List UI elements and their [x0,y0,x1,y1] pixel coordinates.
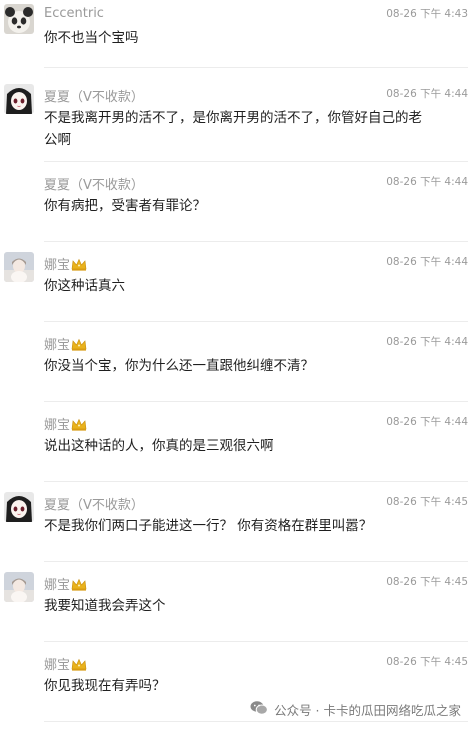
message-divider [44,241,468,242]
message-divider [44,401,468,402]
crown-icon [71,258,87,275]
message-timestamp: 08-26 下午 4:44 [386,336,468,348]
message-text: 不是我离开男的活不了，是你离开男的活不了，你管好自己的老 [44,110,422,126]
message-text: 你见我现在有弄吗？ [44,678,166,694]
message-text: 你有病把，受害者有罪论？ [44,198,206,214]
message-text: 我要知道我会弄这个 [44,598,166,614]
crown-icon [71,658,87,675]
message-timestamp: 08-26 下午 4:44 [386,416,468,428]
sender-name-text: 娜宝 [44,658,71,673]
message-item: 夏夏（V不收款） 08-26 下午 4:44 你有病把，受害者有罪论？ [0,168,473,242]
sender-name-text: 娜宝 [44,258,71,273]
watermark-text: 公众号 · 卡卡的瓜田网络吃瓜之家 [274,703,461,718]
avatar[interactable] [4,252,34,282]
message-text: 公啊 [44,132,71,148]
sender-name[interactable]: 娜宝 [44,654,87,675]
message-timestamp: 08-26 下午 4:44 [386,256,468,268]
message-text: 说出这种话的人，你真的是三观很六啊 [44,438,274,454]
message-divider [44,161,468,162]
message-divider [44,641,468,642]
sender-name[interactable]: Eccentric [44,6,104,21]
message-timestamp: 08-26 下午 4:44 [386,176,468,188]
message-timestamp: 08-26 下午 4:45 [386,656,468,668]
message-text: 你这种话真六 [44,278,125,294]
message-item: 娜宝 08-26 下午 4:44 你没当个宝，你为什么还一直跟他纠缠不清？ [0,328,473,402]
sender-name[interactable]: 夏夏（V不收款） [44,86,144,105]
message-item: 夏夏（V不收款） 08-26 下午 4:44 不是我离开男的活不了，是你离开男的活不… [0,80,473,162]
crown-icon [71,418,87,435]
message-timestamp: 08-26 下午 4:45 [386,496,468,508]
avatar[interactable] [4,4,34,34]
sender-name-text: 娜宝 [44,338,71,353]
avatar[interactable] [4,84,34,114]
message-divider [44,67,468,68]
sender-name[interactable]: 夏夏（V不收款） [44,174,144,193]
sender-name[interactable]: 娜宝 [44,574,87,595]
message-divider [44,321,468,322]
message-text: 你没当个宝，你为什么还一直跟他纠缠不清？ [44,358,314,374]
sender-name[interactable]: 娜宝 [44,254,87,275]
message-timestamp: 08-26 下午 4:43 [386,8,468,20]
message-item: 夏夏（V不收款） 08-26 下午 4:45 不是我你们两口子能进这一行？ 你有资格… [0,488,473,562]
sender-name-text: 夏夏（V不收款） [44,498,144,513]
message-divider [44,721,468,722]
watermark: 公众号 · 卡卡的瓜田网络吃瓜之家 [250,700,461,719]
message-timestamp: 08-26 下午 4:45 [386,576,468,588]
sender-name-text: 娜宝 [44,578,71,593]
sender-name-text: 夏夏（V不收款） [44,178,144,193]
message-item: 娜宝 08-26 下午 4:45 我要知道我会弄这个 [0,568,473,642]
crown-icon [71,338,87,355]
message-item: 娜宝 08-26 下午 4:44 你这种话真六 [0,248,473,322]
sender-name-text: Eccentric [44,6,104,21]
message-item: Eccentric 08-26 下午 4:43 你不也当个宝吗 [0,0,473,68]
wechat-icon [250,700,268,719]
sender-name[interactable]: 娜宝 [44,334,87,355]
message-text: 不是我你们两口子能进这一行？ 你有资格在群里叫嚣？ [44,518,373,534]
message-timestamp: 08-26 下午 4:44 [386,88,468,100]
crown-icon [71,578,87,595]
message-divider [44,561,468,562]
sender-name-text: 娜宝 [44,418,71,433]
message-divider [44,481,468,482]
avatar[interactable] [4,572,34,602]
avatar[interactable] [4,492,34,522]
sender-name[interactable]: 夏夏（V不收款） [44,494,144,513]
message-item: 娜宝 08-26 下午 4:44 说出这种话的人，你真的是三观很六啊 [0,408,473,482]
sender-name-text: 夏夏（V不收款） [44,90,144,105]
message-text: 你不也当个宝吗 [44,30,139,46]
sender-name[interactable]: 娜宝 [44,414,87,435]
